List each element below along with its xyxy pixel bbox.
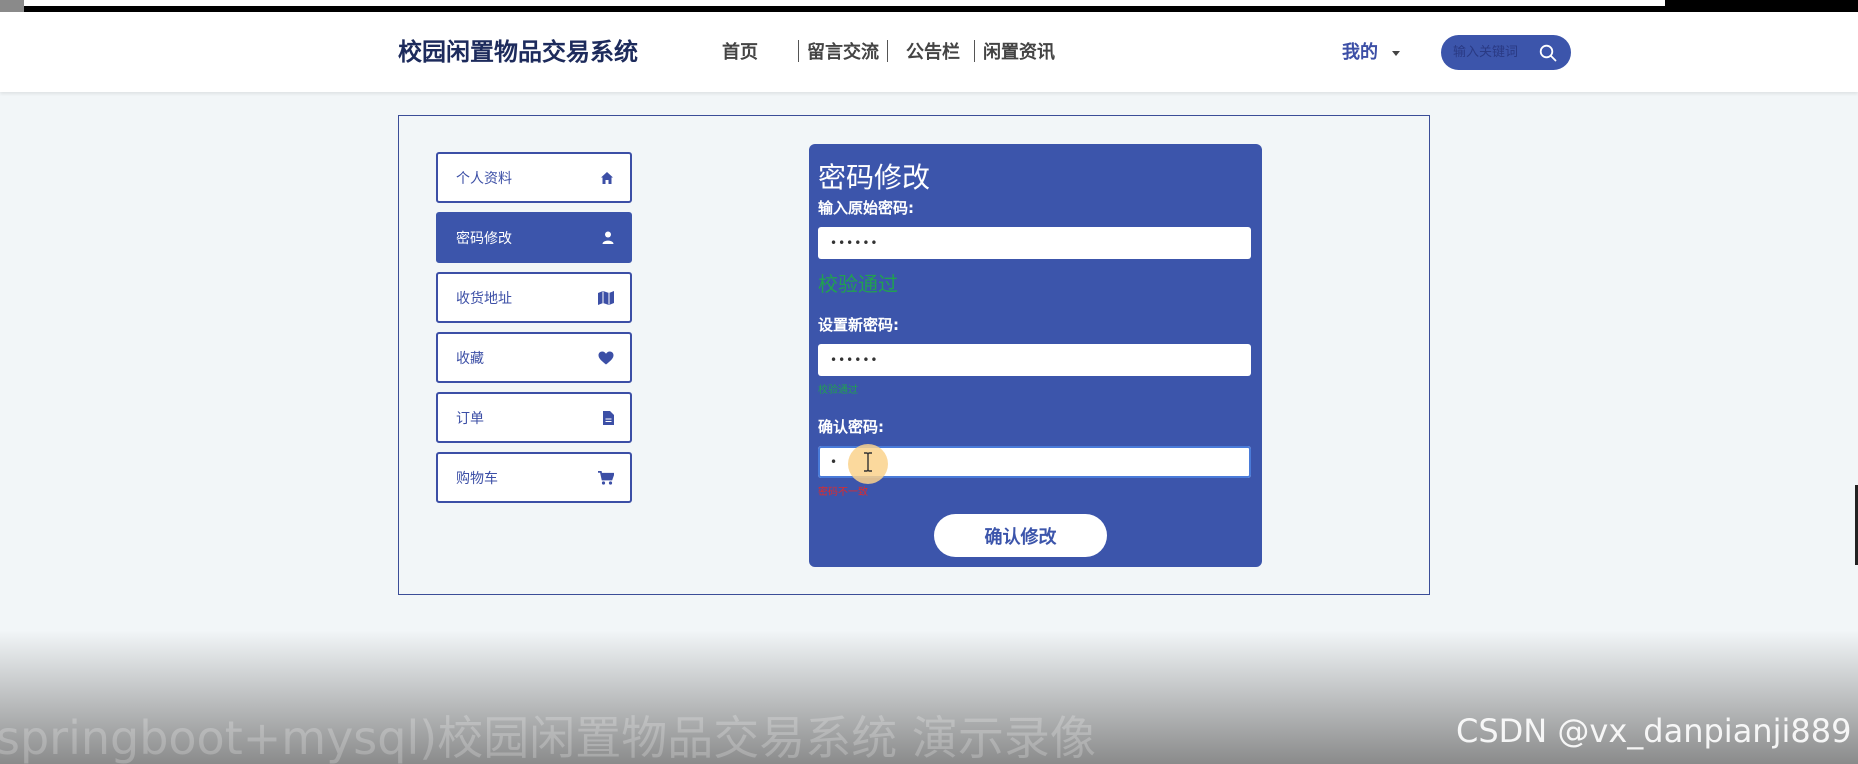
sidebar-item-cart[interactable]: 购物车 <box>436 452 632 503</box>
user-icon <box>602 231 614 244</box>
new-password-label: 设置新密码: <box>818 316 899 334</box>
main-nav: 首页 留言交流 公告栏 闲置资讯 <box>716 38 1061 64</box>
nav-separator <box>887 40 888 62</box>
form-title: 密码修改 <box>818 161 931 194</box>
csdn-watermark: CSDN @vx_danpianji889 <box>1456 712 1852 750</box>
password-change-panel: 密码修改 输入原始密码: •••••• 校验通过 设置新密码: •••••• 校… <box>809 144 1262 567</box>
nav-news[interactable]: 闲置资讯 <box>977 38 1061 64</box>
site-header: 校园闲置物品交易系统 首页 留言交流 公告栏 闲置资讯 我的 <box>0 12 1858 92</box>
sidebar-item-label: 密码修改 <box>456 230 512 247</box>
top-strip <box>0 0 1858 12</box>
sidebar-item-favorites[interactable]: 收藏 <box>436 332 632 383</box>
account-sidebar: 个人资料 密码修改 收货地址 收藏 订单 购物车 <box>436 152 664 512</box>
search-icon[interactable] <box>1539 44 1557 66</box>
confirm-password-label: 确认密码: <box>818 418 884 436</box>
sidebar-item-label: 购物车 <box>456 470 498 487</box>
search-input[interactable] <box>1453 45 1539 60</box>
nav-separator <box>798 40 799 62</box>
old-password-label: 输入原始密码: <box>818 199 914 217</box>
my-account-label: 我的 <box>1342 42 1378 63</box>
nav-notices[interactable]: 公告栏 <box>900 38 966 64</box>
old-password-status: 校验通过 <box>818 272 898 296</box>
nav-home[interactable]: 首页 <box>716 38 764 64</box>
file-icon <box>603 410 614 425</box>
sidebar-item-label: 收藏 <box>456 350 484 367</box>
sidebar-item-profile[interactable]: 个人资料 <box>436 152 632 203</box>
old-password-field[interactable]: •••••• <box>818 227 1251 259</box>
new-password-status: 校验通过 <box>818 385 858 396</box>
site-brand[interactable]: 校园闲置物品交易系统 <box>398 32 638 67</box>
nav-messages[interactable]: 留言交流 <box>801 38 885 64</box>
nav-separator <box>974 40 975 62</box>
sidebar-item-orders[interactable]: 订单 <box>436 392 632 443</box>
sidebar-item-password[interactable]: 密码修改 <box>436 212 632 263</box>
my-account-dropdown[interactable]: 我的 <box>1342 38 1400 64</box>
caret-down-icon <box>1392 50 1400 56</box>
text-cursor-icon <box>863 452 873 476</box>
sidebar-item-label: 个人资料 <box>456 170 512 187</box>
video-caption: springboot+mysql)校园闲置物品交易系统 演示录像 <box>0 711 1096 764</box>
sidebar-item-label: 收货地址 <box>456 290 512 307</box>
top-strip-gray <box>0 0 24 12</box>
home-icon <box>600 171 614 185</box>
cart-icon <box>598 470 614 485</box>
map-icon <box>598 290 614 305</box>
confirm-password-status: 密码不一致 <box>818 487 868 498</box>
confirm-change-button[interactable]: 确认修改 <box>934 514 1107 557</box>
top-strip-white <box>24 0 1665 6</box>
heart-icon <box>598 351 614 365</box>
search-box <box>1441 35 1571 70</box>
new-password-field[interactable]: •••••• <box>818 344 1251 376</box>
sidebar-item-address[interactable]: 收货地址 <box>436 272 632 323</box>
sidebar-item-label: 订单 <box>456 410 484 427</box>
